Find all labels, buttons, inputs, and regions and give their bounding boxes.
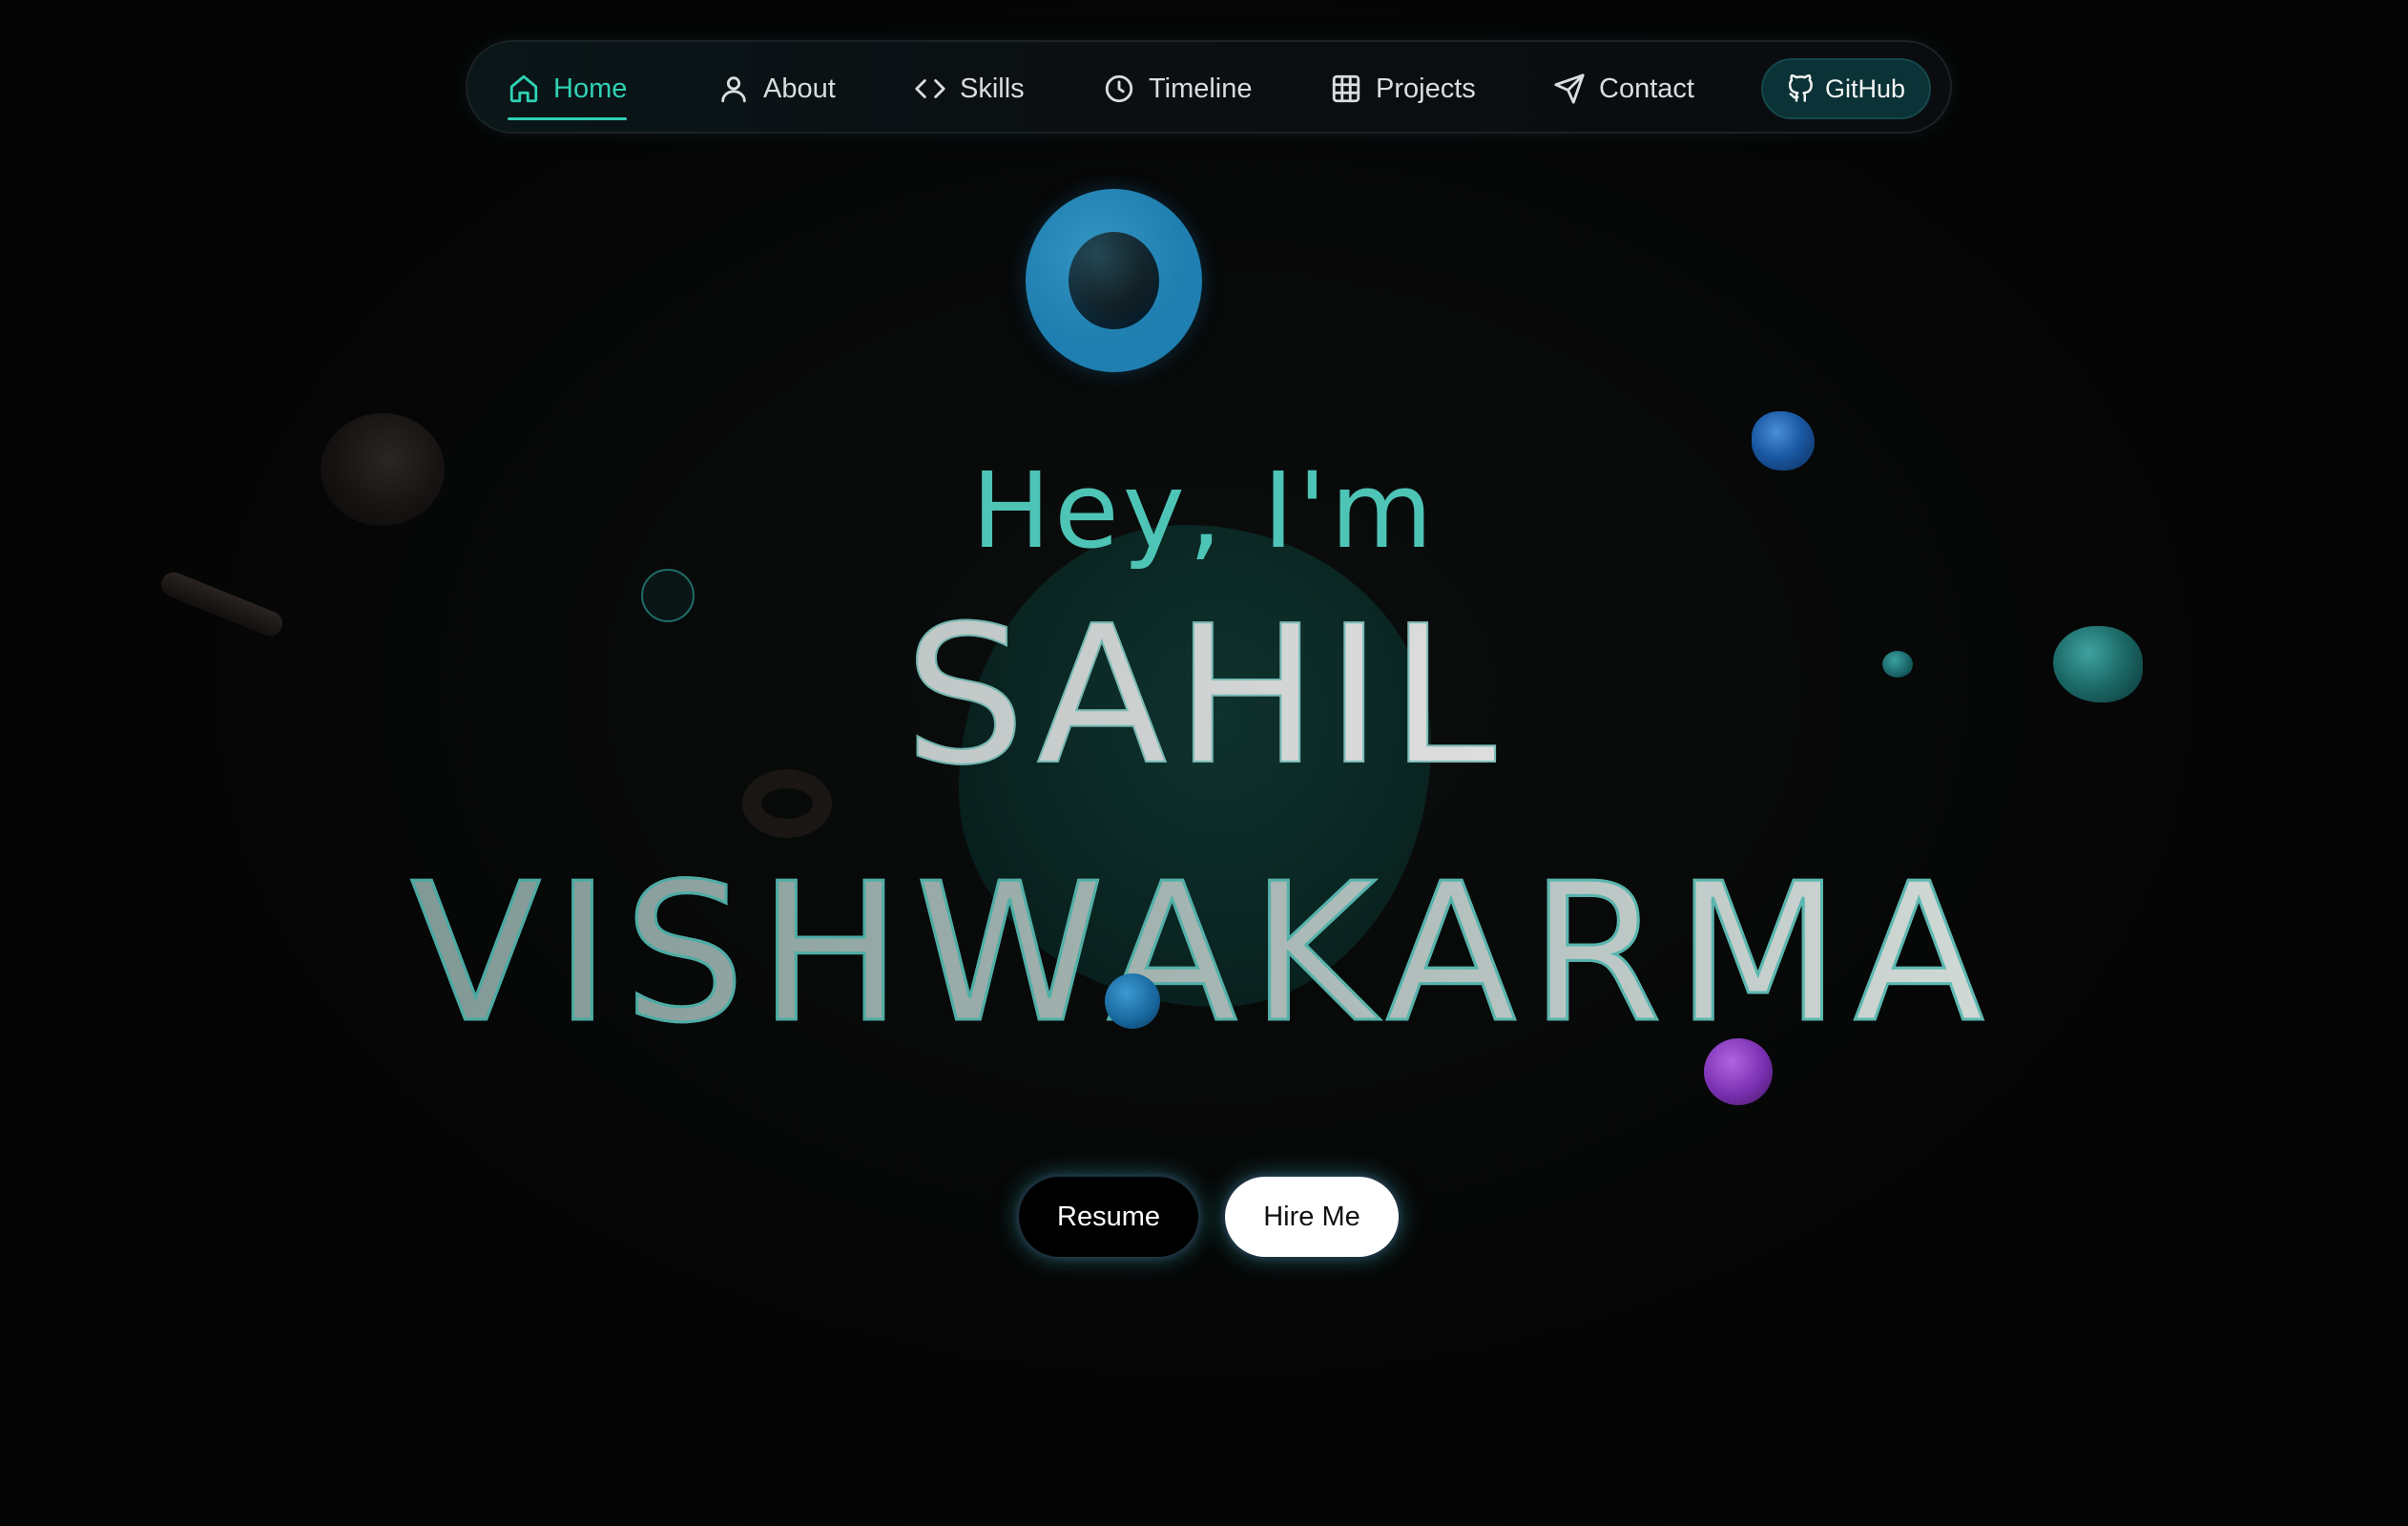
page: Home About Skills Timeline Projects Cont… — [0, 0, 2408, 1526]
nav-item-timeline[interactable]: Timeline — [1103, 42, 1253, 136]
home-icon — [509, 74, 538, 103]
hero-last-name: VISHWAKARMA — [0, 847, 2408, 1060]
nav-item-about[interactable]: About — [717, 42, 836, 136]
user-icon — [721, 76, 746, 103]
blue-torus-highlight — [1026, 189, 1202, 372]
nav-item-home[interactable]: Home — [508, 42, 628, 136]
code-icon — [915, 79, 945, 98]
clock-icon — [1105, 74, 1133, 103]
nav-item-projects[interactable]: Projects — [1330, 42, 1476, 136]
hero-first-name: SAHIL — [0, 591, 2408, 803]
nav-label-about: About — [763, 73, 836, 104]
nav-item-contact[interactable]: Contact — [1553, 42, 1694, 136]
grid-icon — [1332, 74, 1360, 103]
active-indicator — [508, 117, 628, 120]
hire-me-button[interactable]: Hire Me — [1225, 1177, 1399, 1257]
github-label: GitHub — [1824, 73, 1906, 103]
nav-label-projects: Projects — [1376, 73, 1476, 104]
send-icon — [1554, 73, 1585, 104]
nav-label-contact: Contact — [1599, 73, 1694, 104]
nav-label-timeline: Timeline — [1149, 73, 1253, 104]
github-button[interactable]: GitHub — [1761, 58, 1931, 119]
nav-label-skills: Skills — [960, 73, 1025, 104]
nav-item-skills[interactable]: Skills — [914, 42, 1025, 136]
resume-button[interactable]: Resume — [1019, 1177, 1198, 1257]
blue-torus-shape — [1026, 189, 1202, 372]
github-icon — [1788, 74, 1813, 102]
top-navbar: Home About Skills Timeline Projects Cont… — [466, 40, 1952, 134]
hero-greeting: Hey, I'm — [971, 449, 1437, 572]
nav-label-home: Home — [553, 73, 628, 104]
